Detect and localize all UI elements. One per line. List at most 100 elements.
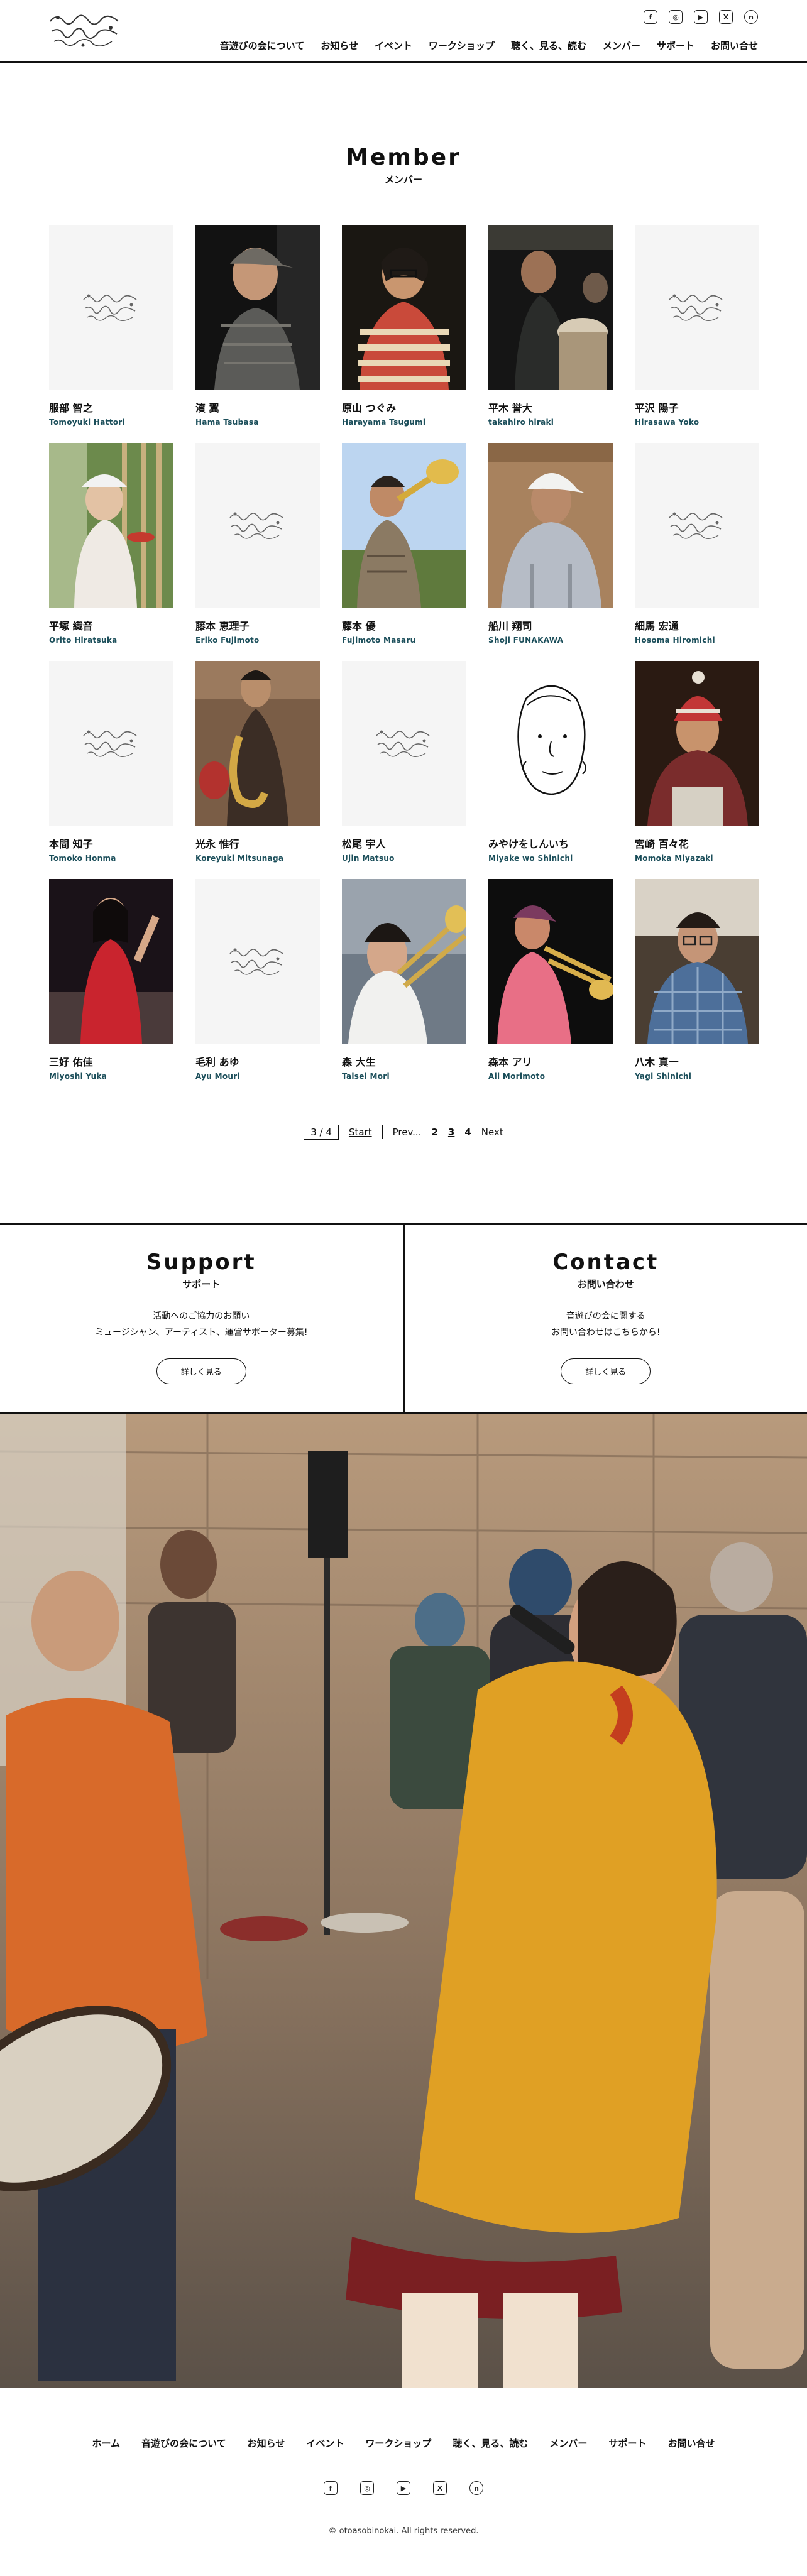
member-card[interactable]: 濱 翼 Hama Tsubasa — [195, 225, 320, 427]
member-name: 八木 真一 — [635, 1056, 679, 1068]
member-photo — [195, 225, 320, 390]
member-card[interactable]: みやけをしんいち Miyake wo Shinichi — [488, 661, 613, 863]
member-name: みやけをしんいち — [488, 838, 569, 850]
nav-item-7[interactable]: お問い合せ — [711, 39, 758, 52]
member-name-roman: Miyake wo Shinichi — [488, 854, 573, 863]
contact-more-button[interactable]: 詳しく見る — [561, 1358, 651, 1384]
member-photo — [342, 443, 466, 608]
member-name-roman: Tomoko Honma — [49, 854, 116, 863]
member-card[interactable]: 森 大生 Taisei Mori — [342, 879, 466, 1081]
support-line-1: 活動へのご協力のお願い — [153, 1311, 250, 1321]
page-status: 3 / 4 — [304, 1125, 339, 1140]
member-name-roman: Eriko Fujimoto — [195, 636, 260, 645]
x-icon[interactable]: X — [719, 10, 733, 24]
pagination-prev-link[interactable]: Prev... — [393, 1127, 422, 1138]
footer-nav-item-7[interactable]: サポート — [608, 2437, 646, 2450]
member-card[interactable]: 光永 惟行 Koreyuki Mitsunaga — [195, 661, 320, 863]
support-contact-section: Support サポート 活動へのご協力のお願い ミュージシャン、アーティスト、… — [0, 1223, 807, 1414]
member-photo — [488, 443, 613, 608]
footer-nav-item-1[interactable]: 音遊びの会について — [141, 2437, 226, 2450]
placeholder-logo-icon — [373, 724, 436, 762]
member-name: 船川 翔司 — [488, 620, 532, 632]
pagination-page-3-current: 3 — [447, 1127, 455, 1138]
footer-nav-item-4[interactable]: ワークショップ — [365, 2437, 431, 2450]
member-card[interactable]: 藤本 優 Fujimoto Masaru — [342, 443, 466, 645]
contact-line-1: 音遊びの会に関する — [566, 1311, 645, 1321]
member-photo-placeholder — [635, 443, 759, 608]
nav-item-6[interactable]: サポート — [657, 39, 694, 52]
support-subtitle: サポート — [182, 1279, 221, 1290]
member-photo-placeholder — [49, 661, 173, 826]
note-icon[interactable]: n — [744, 10, 758, 24]
member-name: 藤本 恵理子 — [195, 620, 250, 632]
placeholder-logo-icon — [80, 288, 143, 326]
facebook-icon[interactable]: f — [644, 10, 657, 24]
member-name: 毛利 あゆ — [195, 1056, 239, 1068]
footer-nav-item-0[interactable]: ホーム — [92, 2437, 121, 2450]
support-panel: Support サポート 活動へのご協力のお願い ミュージシャン、アーティスト、… — [0, 1225, 403, 1412]
note-icon[interactable]: n — [469, 2481, 483, 2495]
pagination-start-link[interactable]: Start — [349, 1127, 372, 1138]
nav-item-0[interactable]: 音遊びの会について — [220, 39, 305, 52]
member-card[interactable]: 平塚 織音 Orito Hiratsuka — [49, 443, 173, 645]
pagination: 3 / 4 Start Prev... 2 3 4 Next — [0, 1125, 807, 1140]
pagination-page-2[interactable]: 2 — [431, 1127, 437, 1138]
instagram-icon[interactable]: ◎ — [669, 10, 683, 24]
support-line-2: ミュージシャン、アーティスト、運営サポーター募集! — [94, 1328, 308, 1338]
nav-item-3[interactable]: ワークショップ — [429, 39, 495, 52]
member-photo-placeholder — [342, 661, 466, 826]
member-card[interactable]: 平沢 陽子 Hirasawa Yoko — [635, 225, 759, 427]
member-name-roman: Hosoma Hiromichi — [635, 636, 715, 645]
support-more-button[interactable]: 詳しく見る — [156, 1358, 246, 1384]
member-name: 森本 アリ — [488, 1056, 532, 1068]
member-photo-placeholder — [635, 225, 759, 390]
contact-line-2: お問い合わせはこちらから! — [551, 1328, 661, 1338]
section-heading: Member メンバー — [0, 145, 807, 186]
member-card[interactable]: 服部 智之 Tomoyuki Hattori — [49, 225, 173, 427]
footer-nav-item-2[interactable]: お知らせ — [248, 2437, 285, 2450]
member-name-roman: Shoji FUNAKAWA — [488, 636, 564, 645]
member-card[interactable]: 原山 つぐみ Harayama Tsugumi — [342, 225, 466, 427]
footer-nav-item-5[interactable]: 聴く、見る、読む — [453, 2437, 528, 2450]
placeholder-logo-icon — [666, 288, 728, 326]
member-name: 松尾 宇人 — [342, 838, 386, 850]
member-card[interactable]: 松尾 宇人 Ujin Matsuo — [342, 661, 466, 863]
nav-item-5[interactable]: メンバー — [603, 39, 640, 52]
member-card[interactable]: 毛利 あゆ Ayu Mouri — [195, 879, 320, 1081]
member-card[interactable]: 細馬 宏通 Hosoma Hiromichi — [635, 443, 759, 645]
member-card[interactable]: 八木 真一 Yagi Shinichi — [635, 879, 759, 1081]
youtube-icon[interactable]: ▶ — [694, 10, 708, 24]
site-logo[interactable] — [45, 9, 127, 52]
pagination-page-4[interactable]: 4 — [464, 1127, 471, 1138]
placeholder-logo-icon — [226, 942, 289, 980]
footer-nav-item-8[interactable]: お問い合せ — [667, 2437, 715, 2450]
member-card[interactable]: 森本 アリ Ali Morimoto — [488, 879, 613, 1081]
x-icon[interactable]: X — [433, 2481, 447, 2495]
member-name: 原山 つぐみ — [342, 402, 397, 414]
member-name-roman: Ali Morimoto — [488, 1072, 546, 1081]
header-nav: 音遊びの会について お知らせ イベント ワークショップ 聴く、見る、読む メンバー サポート… — [220, 39, 758, 52]
member-name: 本間 知子 — [49, 838, 93, 850]
member-card[interactable]: 宮崎 百々花 Momoka Miyazaki — [635, 661, 759, 863]
facebook-icon[interactable]: f — [324, 2481, 338, 2495]
member-card[interactable]: 平木 誉大 takahiro hiraki — [488, 225, 613, 427]
member-card[interactable]: 船川 翔司 Shoji FUNAKAWA — [488, 443, 613, 645]
member-card[interactable]: 藤本 恵理子 Eriko Fujimoto — [195, 443, 320, 645]
member-card[interactable]: 三好 佑佳 Miyoshi Yuka — [49, 879, 173, 1081]
member-name: 宮崎 百々花 — [635, 838, 689, 850]
nav-item-4[interactable]: 聴く、見る、読む — [511, 39, 586, 52]
member-name-roman: Ujin Matsuo — [342, 854, 395, 863]
footer-nav-item-6[interactable]: メンバー — [549, 2437, 587, 2450]
member-photo — [488, 661, 613, 826]
pagination-next-link[interactable]: Next — [481, 1127, 503, 1138]
member-name-roman: Fujimoto Masaru — [342, 636, 416, 645]
member-card[interactable]: 本間 知子 Tomoko Honma — [49, 661, 173, 863]
footer-nav-item-3[interactable]: イベント — [306, 2437, 344, 2450]
youtube-icon[interactable]: ▶ — [397, 2481, 410, 2495]
nav-item-2[interactable]: イベント — [375, 39, 412, 52]
contact-title: Contact — [552, 1250, 659, 1275]
instagram-icon[interactable]: ◎ — [360, 2481, 374, 2495]
member-name-roman: Momoka Miyazaki — [635, 854, 713, 863]
performance-photo-illustration — [0, 1414, 807, 2388]
nav-item-1[interactable]: お知らせ — [321, 39, 358, 52]
